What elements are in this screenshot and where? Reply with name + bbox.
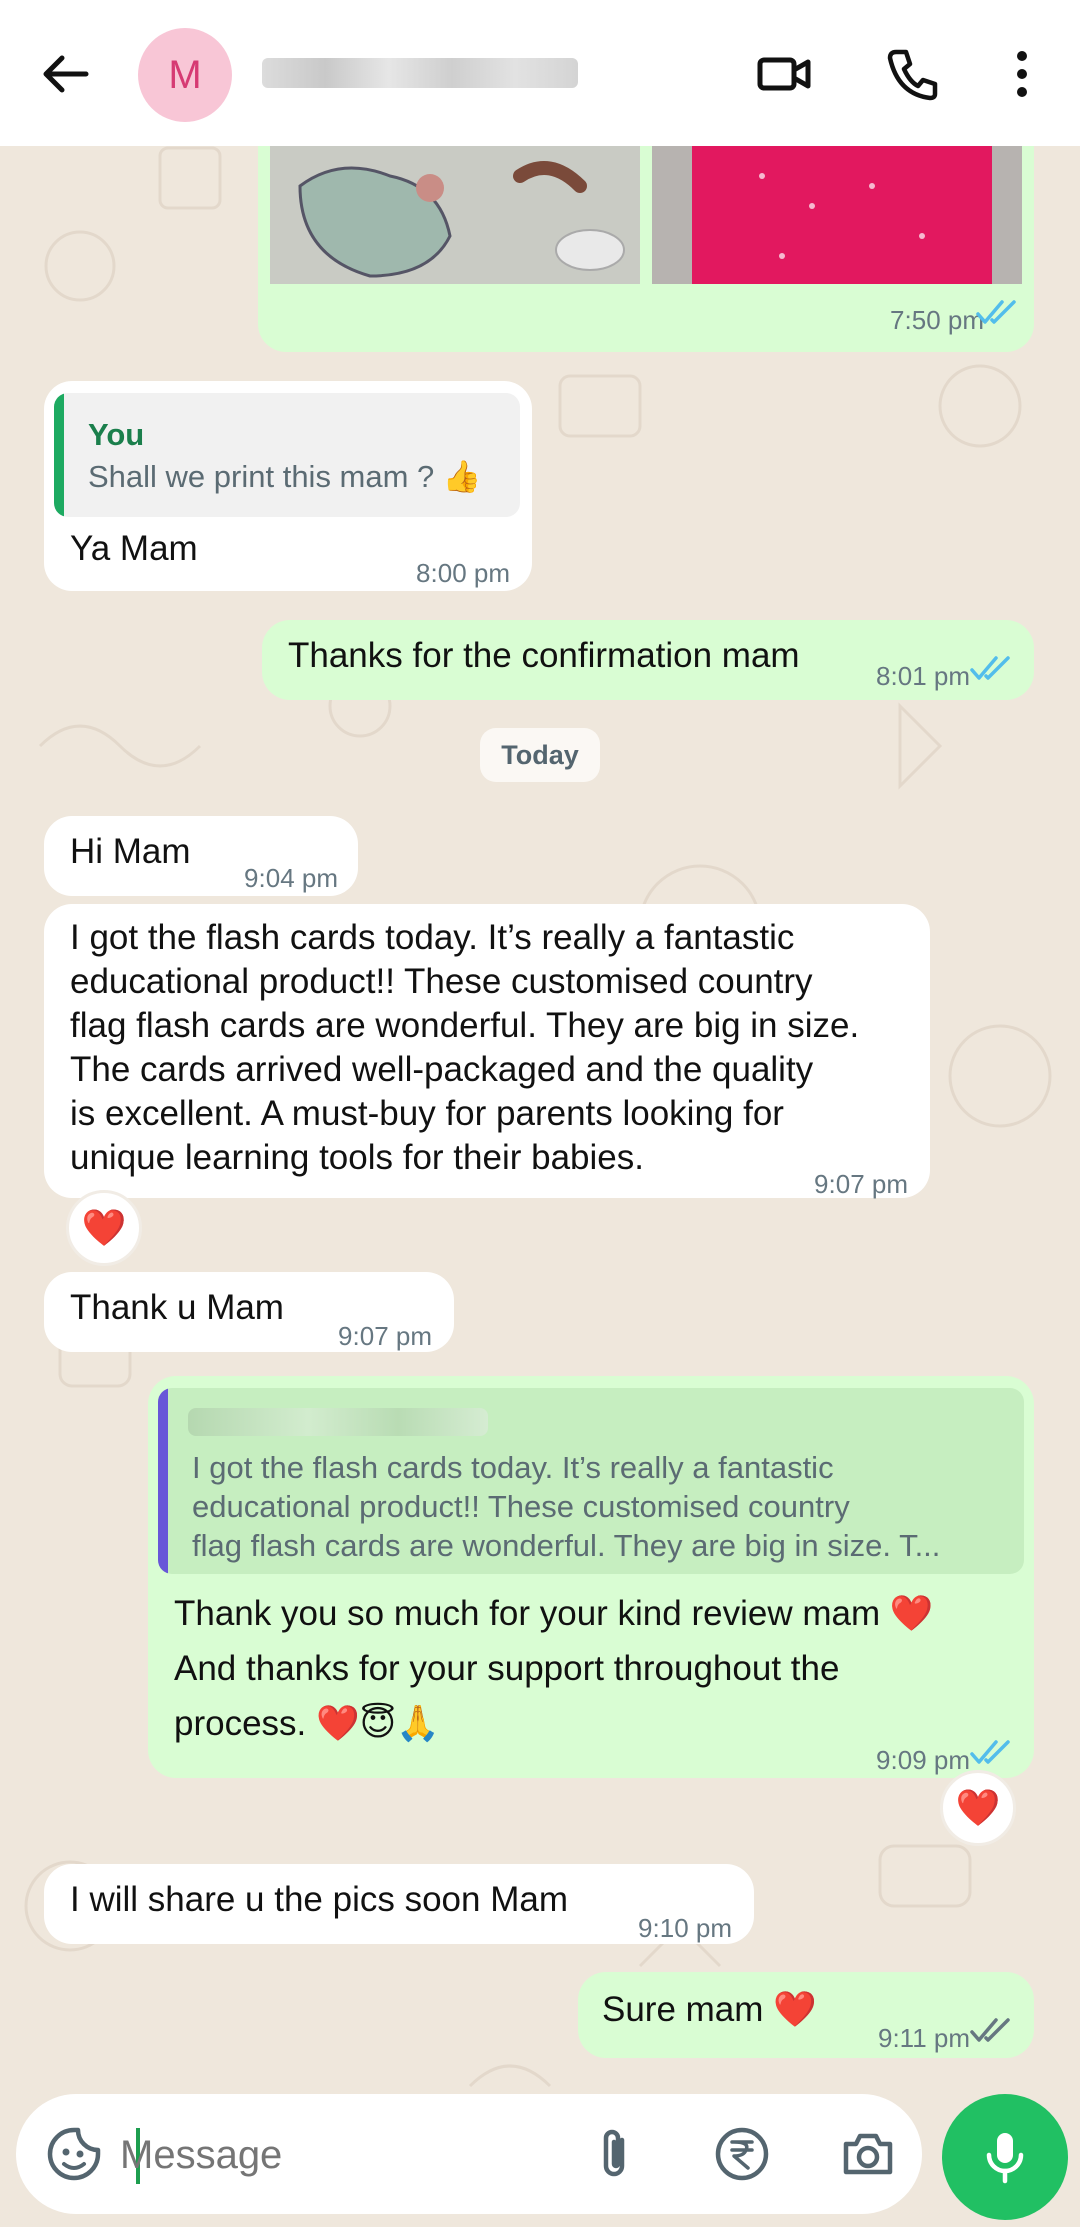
avatar[interactable]: M bbox=[138, 28, 232, 122]
quote-text: I got the flash cards today. It’s really… bbox=[192, 1450, 941, 1563]
message-text: I will share u the pics soon Mam bbox=[70, 1880, 568, 1919]
quote-accent-bar bbox=[158, 1388, 168, 1574]
delivered-ticks-icon bbox=[970, 2018, 1010, 2042]
message-time: 9:11 pm bbox=[877, 2023, 970, 2053]
incoming-review-message[interactable]: I got the flash cards today. It’s really… bbox=[44, 904, 930, 1199]
message-time: 8:01 pm bbox=[876, 661, 970, 691]
avatar-letter: M bbox=[168, 52, 202, 97]
message-text: Ya Mam bbox=[70, 529, 198, 568]
outgoing-message[interactable]: Thanks for the confirmation mam 8:01 pm bbox=[262, 620, 1034, 700]
camera-icon[interactable] bbox=[838, 2124, 898, 2184]
more-options-icon[interactable] bbox=[990, 42, 1054, 106]
quote-accent-bar bbox=[54, 393, 64, 517]
image-thumbnail-craft[interactable] bbox=[270, 146, 640, 284]
reaction-emoji: ❤️ bbox=[955, 1787, 1001, 1828]
video-call-icon[interactable] bbox=[752, 42, 816, 106]
quoted-message[interactable]: I got the flash cards today. It’s really… bbox=[158, 1388, 1024, 1574]
message-time: 9:07 pm bbox=[338, 1321, 432, 1351]
incoming-message[interactable]: Thank u Mam 9:07 pm bbox=[44, 1272, 454, 1352]
message-text: Hi Mam bbox=[70, 832, 191, 871]
incoming-message[interactable]: I will share u the pics soon Mam 9:10 pm bbox=[44, 1864, 754, 1944]
attach-icon[interactable] bbox=[584, 2124, 644, 2184]
read-ticks-icon bbox=[976, 300, 1016, 324]
quote-text: Shall we print this mam ? 👍 bbox=[88, 459, 482, 494]
mic-icon bbox=[986, 2133, 1024, 2184]
message-input[interactable] bbox=[118, 2126, 562, 2184]
message-time: 9:04 pm bbox=[244, 863, 338, 893]
message-text: I got the flash cards today. It’s really… bbox=[70, 918, 860, 1177]
outgoing-message[interactable]: Sure mam ❤️ 9:11 pm bbox=[578, 1972, 1034, 2058]
message-text: Thank u Mam bbox=[70, 1288, 284, 1327]
quoted-message[interactable]: You Shall we print this mam ? 👍 bbox=[54, 393, 520, 517]
message-time: 9:10 pm bbox=[638, 1913, 732, 1943]
image-thumbnail-child[interactable] bbox=[652, 146, 1022, 284]
message-time: 7:50 pm bbox=[890, 305, 984, 335]
message-time: 9:07 pm bbox=[814, 1169, 908, 1199]
message-text: Thanks for the confirmation mam bbox=[288, 636, 800, 675]
message-time: 9:09 pm bbox=[876, 1745, 970, 1775]
rupee-payment-icon[interactable] bbox=[712, 2124, 772, 2184]
contact-name-redacted[interactable] bbox=[262, 58, 578, 88]
quote-author: You bbox=[88, 417, 145, 452]
voice-call-icon[interactable] bbox=[880, 42, 944, 106]
mic-button[interactable] bbox=[942, 2094, 1068, 2220]
reaction-emoji: ❤️ bbox=[81, 1207, 127, 1248]
date-separator: Today bbox=[480, 728, 600, 782]
heart-reaction[interactable]: ❤️ bbox=[66, 1190, 142, 1266]
message-text: Thank you so much for your kind review m… bbox=[174, 1594, 934, 1743]
read-ticks-icon bbox=[970, 656, 1010, 680]
message-time: 8:00 pm bbox=[416, 558, 510, 588]
incoming-reply-message[interactable]: You Shall we print this mam ? 👍 Ya Mam 8… bbox=[44, 381, 532, 591]
heart-reaction[interactable]: ❤️ bbox=[940, 1770, 1016, 1846]
outgoing-reply-message[interactable]: I got the flash cards today. It’s really… bbox=[148, 1376, 1034, 1778]
incoming-message[interactable]: Hi Mam 9:04 pm bbox=[44, 816, 358, 896]
outgoing-image-message[interactable]: 7:50 pm bbox=[258, 146, 1034, 352]
read-ticks-icon bbox=[970, 1740, 1010, 1764]
sticker-icon[interactable] bbox=[44, 2124, 104, 2184]
chat-header: M bbox=[0, 0, 1080, 146]
back-arrow-icon[interactable] bbox=[34, 42, 98, 106]
message-text: Sure mam ❤️ bbox=[602, 1990, 817, 2029]
quote-author-redacted bbox=[188, 1408, 488, 1436]
